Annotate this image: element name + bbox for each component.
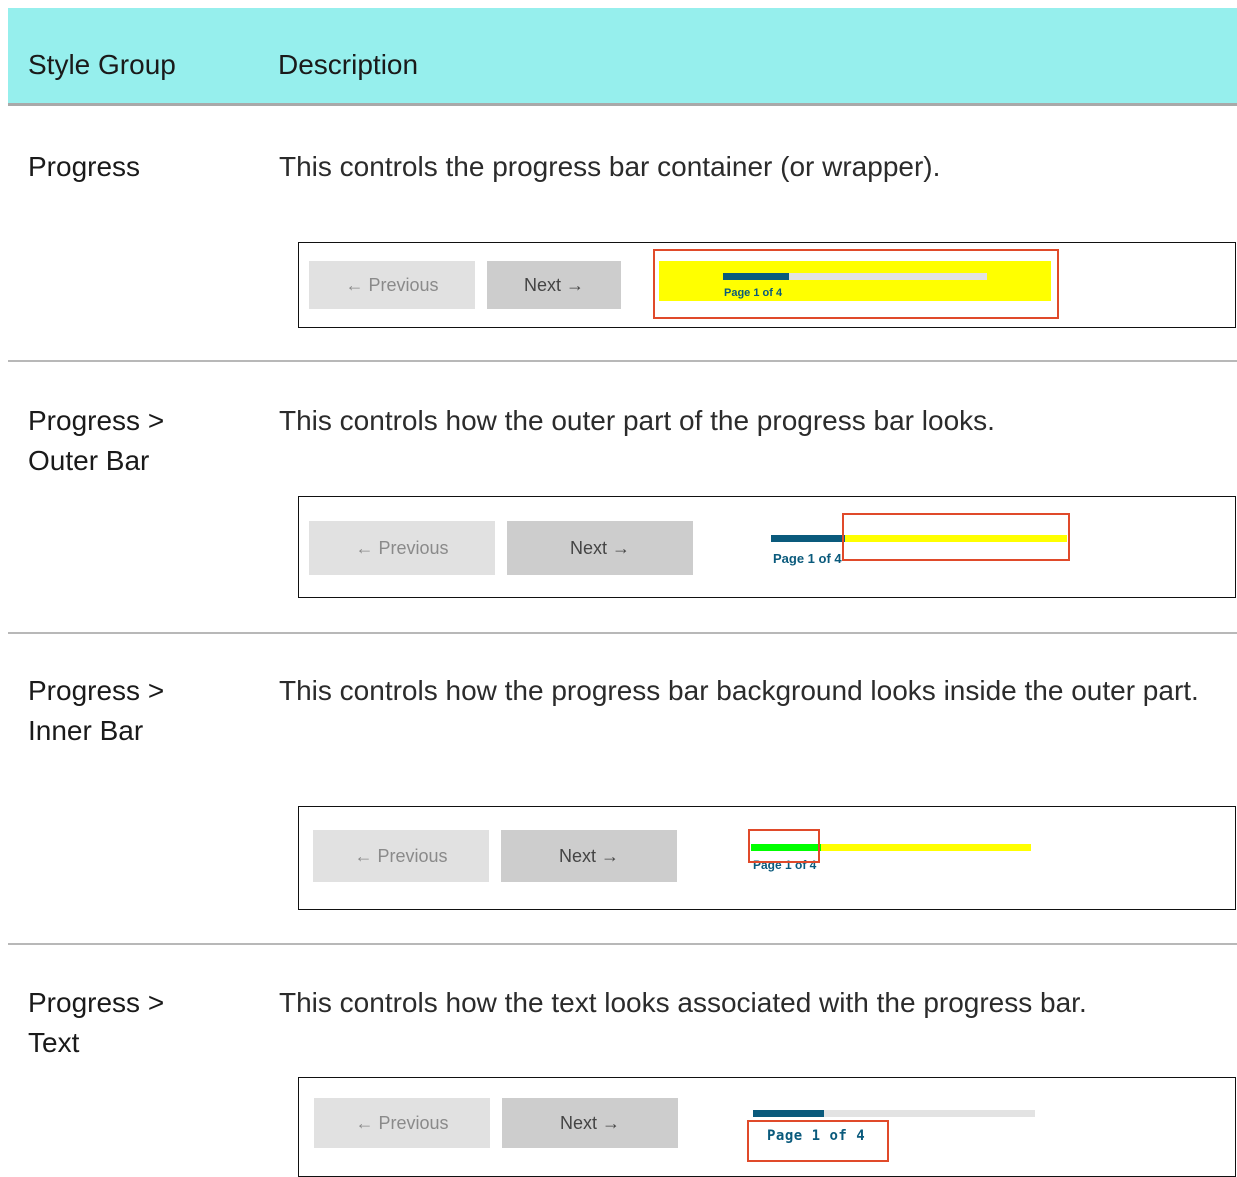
previous-button[interactable]: ← Previous <box>314 1098 490 1148</box>
style-group-progress: Progress <box>28 151 141 182</box>
row-divider <box>8 943 1237 945</box>
highlight-box <box>748 829 820 863</box>
description-progress: This controls the progress bar container… <box>279 151 941 182</box>
style-group-outer-bar: Progress > Outer Bar <box>28 405 165 476</box>
previous-button[interactable]: ← Previous <box>309 261 475 309</box>
description-outer-bar: This controls how the outer part of the … <box>279 405 995 436</box>
next-button[interactable]: Next → <box>507 521 693 575</box>
description-inner-bar: This controls how the progress bar backg… <box>279 675 1199 706</box>
row-divider <box>8 632 1237 634</box>
highlight-box <box>653 249 1059 319</box>
next-button[interactable]: Next → <box>502 1098 678 1148</box>
example-progress-container: ← Previous Next → Page 1 of 4 <box>298 242 1236 328</box>
progress-inner-bar <box>753 1110 824 1117</box>
next-button[interactable]: Next → <box>487 261 621 309</box>
previous-button[interactable]: ← Previous <box>309 521 495 575</box>
example-inner-bar: ← Previous Next → Page 1 of 4 <box>298 806 1236 910</box>
description-text: This controls how the text looks associa… <box>279 987 1087 1018</box>
row-divider <box>8 360 1237 362</box>
previous-button[interactable]: ← Previous <box>313 830 489 882</box>
example-outer-bar: ← Previous Next → Page 1 of 4 <box>298 496 1236 598</box>
table-header: Style Group Description <box>8 8 1237 106</box>
column-header-style-group: Style Group <box>28 49 176 80</box>
progress-text: Page 1 of 4 <box>773 551 842 566</box>
column-header-description: Description <box>278 49 419 80</box>
example-text: ← Previous Next → Page 1 of 4 <box>298 1077 1236 1177</box>
next-button[interactable]: Next → <box>501 830 677 882</box>
highlight-box <box>747 1120 889 1162</box>
highlight-box <box>842 513 1070 561</box>
progress-inner-bar <box>771 535 845 542</box>
style-group-inner-bar: Progress > Inner Bar <box>28 675 165 746</box>
style-group-text: Progress > Text <box>28 987 165 1058</box>
